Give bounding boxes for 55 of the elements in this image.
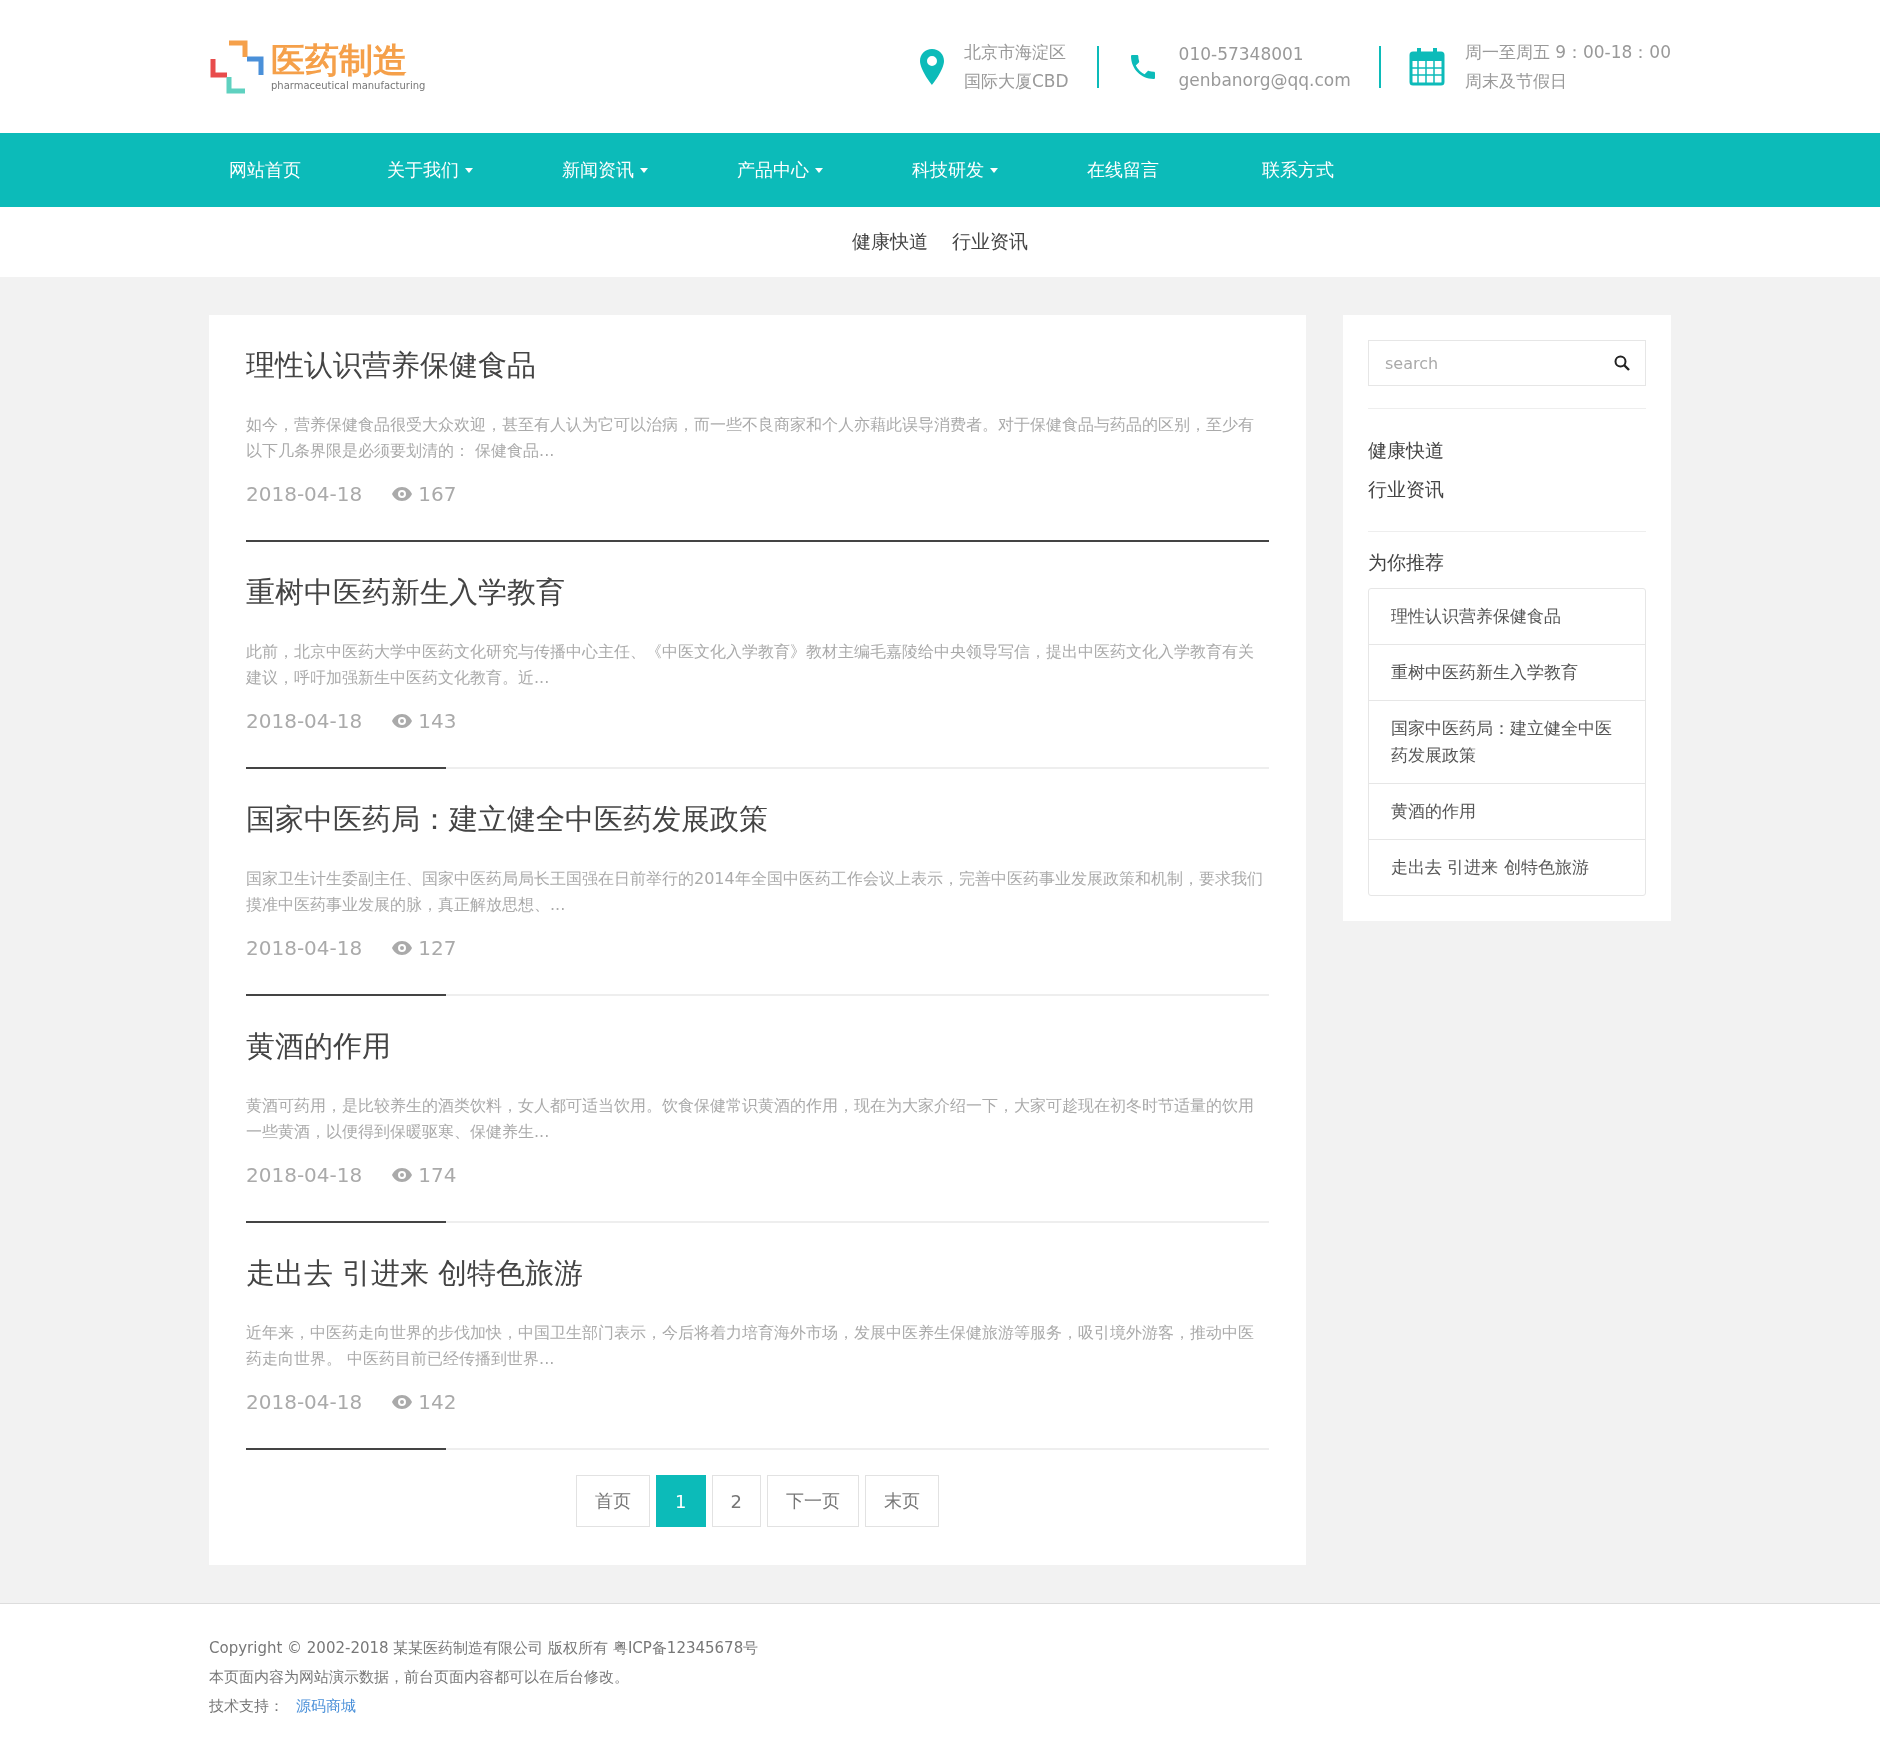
calendar-icon: [1408, 47, 1445, 86]
article-date: 2018-04-18: [246, 1390, 363, 1414]
article-date: 2018-04-18: [246, 936, 363, 960]
recommend-link[interactable]: 黄酒的作用: [1369, 783, 1645, 839]
view-count: 127: [418, 936, 457, 960]
contact-text: 010-57348001: [1178, 43, 1305, 64]
eye-icon: [392, 714, 413, 728]
category-link[interactable]: 健康快道: [1368, 431, 1646, 470]
footer-note: 本页面内容为网站演示数据，前台页面内容都可以在后台修改。: [209, 1668, 629, 1686]
recommend-link[interactable]: 理性认识营养保健食品: [1369, 589, 1645, 644]
search-icon[interactable]: [1614, 355, 1630, 371]
subnav-link[interactable]: 行业资讯: [952, 229, 1028, 255]
article-title[interactable]: 国家中医药局：建立健全中医药发展政策: [246, 800, 1269, 840]
page-button[interactable]: 首页: [576, 1475, 651, 1527]
map-pin-icon: [919, 48, 944, 85]
article-summary: 黄酒可药用，是比较养生的酒类饮料，女人都可适当饮用。饮食保健常识黄酒的作用，现在为大家介绍一下，大家可趁现在初冬时节适量的饮用一些黄酒，以便得到保暖驱寒、保健养生...: [246, 1095, 1255, 1143]
copyright-text: Copyright © 2002-2018 某某医药制造有限公司 版权所有 粤ICP备12345678号: [209, 1639, 759, 1657]
article-summary: 国家卫生计生委副主任、国家中医药局局长王国强在日前举行的2014年全国中医药工作会议上表示，完善中医药事业发展政策和机制，要求我们摸准中医药事业发展的脉，真正解放思想、...: [246, 868, 1264, 916]
subnav-link[interactable]: 健康快道: [852, 229, 928, 255]
page-button[interactable]: 2: [711, 1475, 761, 1527]
page-button[interactable]: 末页: [864, 1475, 939, 1527]
article-summary: 此前，北京中医药大学中医药文化研究与传播中心主任、《中医文化入学教育》教材主编毛嘉陵给中央领导写信，提出中医药文化入学教育有关建议，呼吁加强新生中医药文化教育。近...: [246, 641, 1255, 689]
recommend-link[interactable]: 走出去 引进来 创特色旅游: [1369, 839, 1645, 895]
recommend-link[interactable]: 重树中医药新生入学教育: [1369, 644, 1645, 700]
view-count: 174: [418, 1163, 457, 1187]
eye-icon: [392, 1168, 413, 1182]
contact-text: genbanorg@qq.com: [1178, 69, 1351, 90]
view-count: 142: [418, 1390, 457, 1414]
eye-icon: [392, 1395, 413, 1409]
article-title[interactable]: 走出去 引进来 创特色旅游: [246, 1254, 1269, 1294]
article-title[interactable]: 黄酒的作用: [246, 1027, 1269, 1067]
support-label: 技术支持：: [209, 1697, 284, 1715]
contact-text: 国际大厦CBD: [963, 69, 1069, 93]
view-count: 143: [418, 709, 457, 733]
article-date: 2018-04-18: [246, 482, 363, 506]
category-link[interactable]: 行业资讯: [1368, 470, 1646, 509]
article-title[interactable]: 理性认识营养保健食品: [246, 346, 1269, 386]
article-date: 2018-04-18: [246, 709, 363, 733]
logo-cross-icon: [209, 38, 265, 95]
article-summary: 如今，营养保健食品很受大众欢迎，甚至有人认为它可以治病，而一些不良商家和个人亦藉此误导消费者。对于保健食品与药品的区别，至少有以下几条界限是必须要划清的： 保健食品...: [246, 414, 1255, 462]
contact-text: 周末及节假日: [1464, 69, 1568, 93]
article-date: 2018-04-18: [246, 1163, 363, 1187]
page-button[interactable]: 下一页: [766, 1475, 859, 1527]
logo-subtitle: pharmaceutical manufacturing: [271, 79, 426, 91]
eye-icon: [392, 487, 413, 501]
eye-icon: [392, 941, 413, 955]
recommend-link[interactable]: 国家中医药局：建立健全中医药发展政策: [1369, 700, 1645, 783]
view-count: 167: [418, 482, 457, 506]
recommend-heading: 为你推荐: [1368, 550, 1445, 575]
search-input[interactable]: search: [1368, 340, 1646, 386]
support-link[interactable]: 源码商城: [296, 1697, 356, 1715]
contact-text: 周一至周五 9：00-18：00: [1464, 40, 1671, 64]
article-summary: 近年来，中医药走向世界的步伐加快，中国卫生部门表示，今后将着力培育海外市场，发展中医养生保健旅游等服务，吸引境外游客，推动中医药走向世界。 中医药目前已经传播到世界...: [246, 1322, 1255, 1370]
article-title[interactable]: 重树中医药新生入学教育: [246, 573, 1269, 613]
contact-text: 北京市海淀区: [963, 40, 1067, 64]
